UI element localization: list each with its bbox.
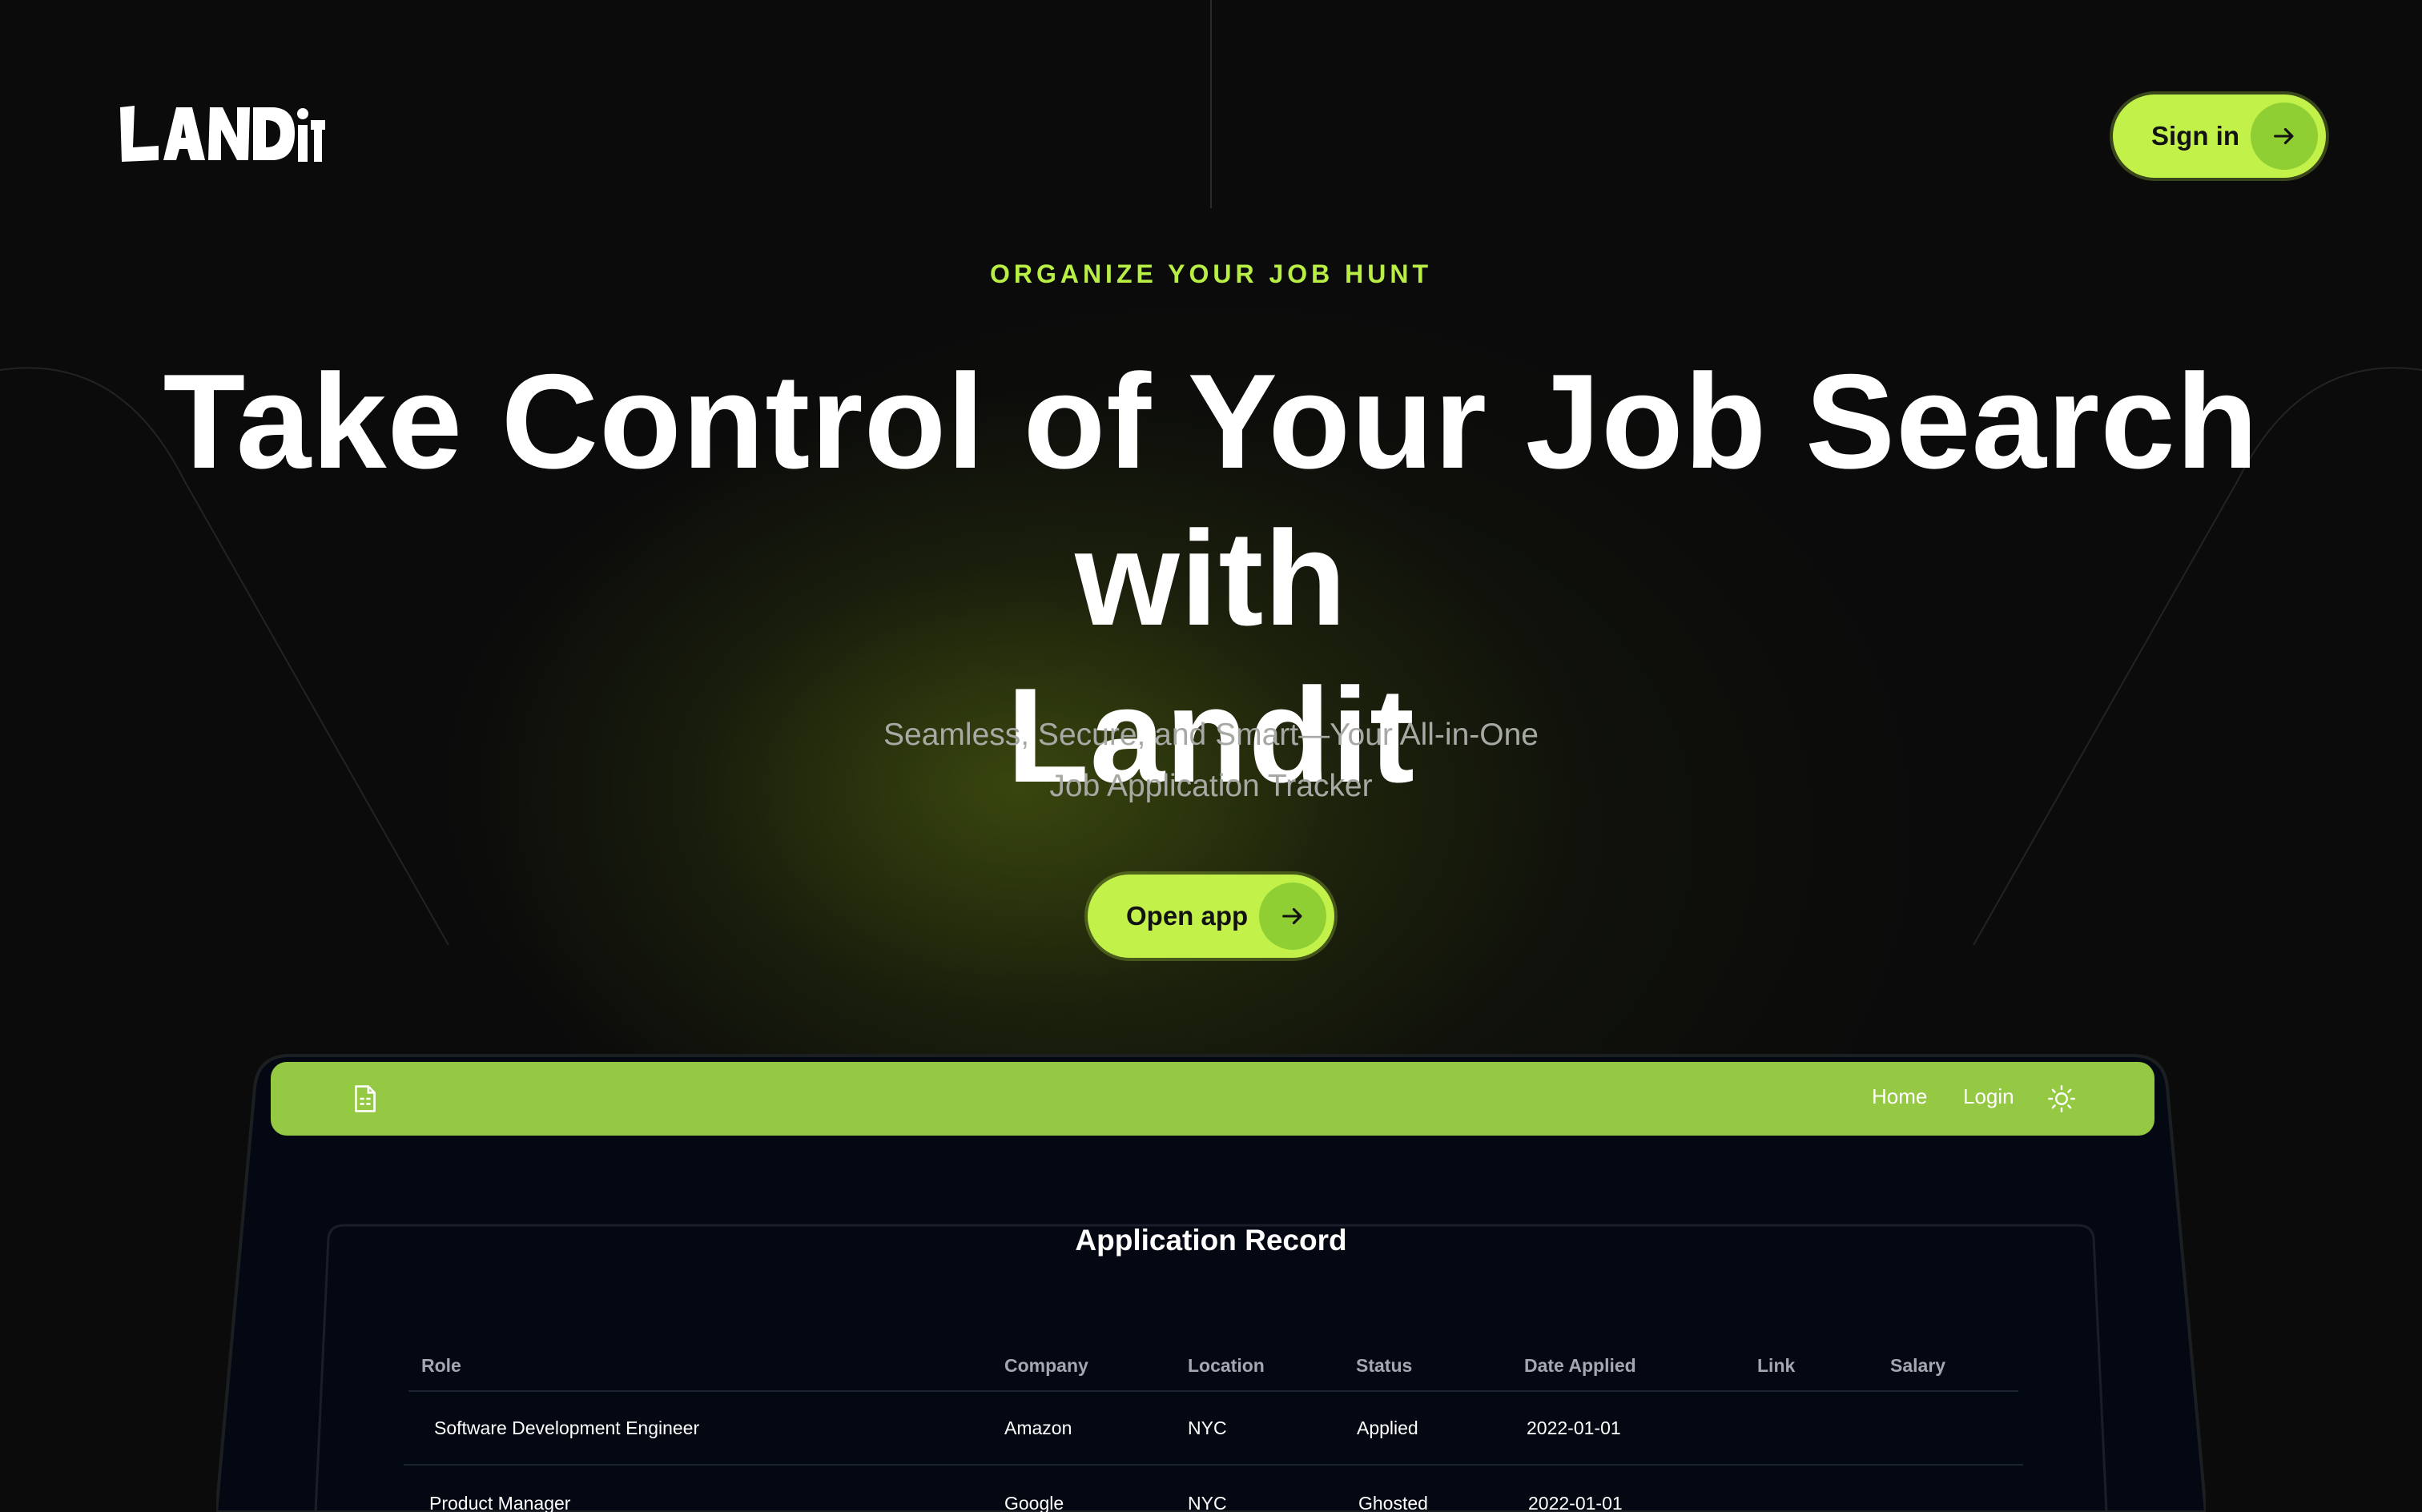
column-header-date-applied[interactable]: Date Applied: [1524, 1355, 1636, 1377]
cell-company: Amazon: [1004, 1418, 1072, 1438]
application-record-title: Application Record: [1075, 1224, 1347, 1257]
arrow-right-icon: [2251, 103, 2318, 170]
row-divider: [404, 1464, 2023, 1466]
document-icon[interactable]: [352, 1084, 378, 1113]
cell-role: Product Manager: [429, 1493, 571, 1512]
open-app-label: Open app: [1126, 901, 1249, 931]
column-header-status[interactable]: Status: [1356, 1355, 1412, 1377]
cell-location: NYC: [1188, 1418, 1227, 1438]
app-navbar: Home Login: [271, 1062, 2154, 1136]
cell-location: NYC: [1188, 1493, 1227, 1512]
hero-subline-line1: Seamless, Secure, and Smart—Your All-in-…: [883, 718, 1539, 752]
cell-date-applied: 2022-01-01: [1528, 1493, 1623, 1512]
cell-role: Software Development Engineer: [434, 1418, 700, 1438]
hero-headline-line1: Take Control of Your Job Search with: [163, 346, 2259, 653]
column-header-location[interactable]: Location: [1188, 1355, 1265, 1377]
cell-status: Ghosted: [1358, 1493, 1428, 1512]
column-header-company[interactable]: Company: [1004, 1355, 1088, 1377]
hero-subline-line2: Job Application Tracker: [1049, 769, 1373, 803]
hero-subline: Seamless, Secure, and Smart—Your All-in-…: [811, 710, 1611, 812]
header-divider: [408, 1390, 2018, 1392]
landit-logo[interactable]: [117, 103, 325, 165]
logo-mark: [120, 106, 325, 162]
cell-company: Google: [1004, 1493, 1064, 1512]
arrow-right-icon: [1259, 883, 1326, 950]
signin-label: Sign in: [2151, 121, 2239, 151]
sun-icon[interactable]: [2047, 1084, 2076, 1113]
nav-login-link[interactable]: Login: [1963, 1084, 2014, 1109]
signin-button[interactable]: Sign in: [2113, 94, 2326, 178]
cell-date-applied: 2022-01-01: [1527, 1418, 1621, 1438]
column-header-link[interactable]: Link: [1757, 1355, 1795, 1377]
column-header-salary[interactable]: Salary: [1890, 1355, 1945, 1377]
nav-home-link[interactable]: Home: [1872, 1084, 1927, 1109]
cell-status: Applied: [1357, 1418, 1418, 1438]
open-app-button[interactable]: Open app: [1088, 875, 1334, 958]
hero-eyebrow: ORGANIZE YOUR JOB HUNT: [989, 259, 1433, 288]
column-header-role[interactable]: Role: [421, 1355, 461, 1377]
